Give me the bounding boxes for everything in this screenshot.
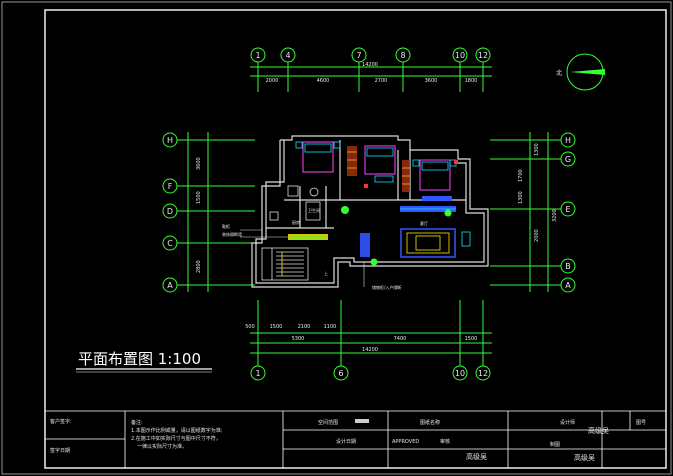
- dim-total-bottom: 14200: [362, 347, 378, 353]
- drawing-frame: [44, 9, 667, 469]
- grid-label-top: 10: [455, 51, 465, 60]
- grid-axis-bottom: [250, 300, 492, 381]
- grid-label-bottom: 6: [338, 369, 343, 378]
- bedroom-1-furniture: [295, 141, 357, 176]
- label-kitchen: 厨房: [292, 219, 300, 225]
- grid-label-top: 8: [400, 51, 405, 60]
- label-leader2: 装饰隔断墙: [222, 231, 242, 237]
- grid-label-left: C: [167, 239, 173, 248]
- grid-label-right: G: [565, 155, 571, 164]
- label-leader1: 鞋柜: [222, 223, 230, 229]
- north-label: 北: [556, 69, 562, 77]
- dim-right: 3200: [552, 209, 558, 222]
- title-block-names: 高级吴 高级吴 高级吴: [466, 426, 609, 462]
- tb-approved: APPROVED: [392, 439, 419, 445]
- dim-segment: 4600: [317, 78, 330, 84]
- tb-note2: 2.在施工中如实际尺寸与图中尺寸不符，: [131, 435, 221, 442]
- floor-plan-drawing: 1 4 7 8 10 12 14200 2000 4600 2700 3600 …: [1, 1, 672, 475]
- bedroom-2-furniture: [364, 145, 410, 192]
- grid-label-bottom: 1: [255, 369, 260, 378]
- tb-drawn-by: 高级吴: [574, 453, 595, 462]
- label-bath: 卫生间: [308, 207, 320, 213]
- tb-drawing-name: 图纸名称: [420, 419, 440, 426]
- staircase: [261, 247, 309, 281]
- tb-client: 客户签字:: [50, 418, 72, 425]
- dim-bottom: 2100: [298, 324, 311, 330]
- grid-label-left: H: [167, 136, 173, 145]
- grid-labels-right: H G E B A: [565, 136, 571, 290]
- tb-drawn: 制图: [550, 441, 560, 448]
- tb-stamp: 高级吴: [466, 452, 487, 461]
- dims-top: 14200 2000 4600 2700 3600 1800: [266, 62, 478, 84]
- dim-bottom: 1500: [465, 336, 478, 342]
- sheet-border: [1, 1, 672, 475]
- grid-axis-left: [162, 132, 255, 293]
- grid-label-right: H: [565, 136, 571, 145]
- dim-segment: 2000: [266, 78, 279, 84]
- tb-marker: [355, 419, 369, 423]
- drawing-title: 平面布置图 1:100: [78, 350, 201, 368]
- tb-date: 签字日期: [50, 447, 70, 454]
- dim-bottom: 5300: [292, 336, 305, 342]
- dim-right: 1300: [518, 191, 524, 204]
- bathroom-kitchen-fixtures: [269, 185, 328, 240]
- grid-labels-left: H F D C A: [167, 136, 173, 290]
- tb-audit: 审核: [440, 438, 450, 445]
- tb-designer: 设计师: [560, 419, 575, 426]
- grid-axis-right: [490, 132, 576, 293]
- dim-segment: 3600: [425, 78, 438, 84]
- dims-right: 1300 1700 1300 2000 3200: [518, 143, 558, 242]
- tb-project: 空间范围: [318, 419, 338, 426]
- dim-right: 1700: [518, 169, 524, 182]
- cad-drawing-canvas: 1 4 7 8 10 12 14200 2000 4600 2700 3600 …: [0, 0, 673, 476]
- dim-segment: 2700: [375, 78, 388, 84]
- label-note: 储物柜/入户隔断: [372, 284, 401, 290]
- dim-left: 1500: [196, 191, 202, 204]
- tb-company: 高级吴: [588, 426, 609, 435]
- grid-label-right: E: [565, 205, 570, 214]
- tb-note1: 1.本图示作比例或量，请以图纸数字为准;: [131, 427, 223, 434]
- dim-bottom: 1500: [270, 324, 283, 330]
- dim-bottom: 7400: [394, 336, 407, 342]
- grid-label-left: D: [167, 207, 173, 216]
- grid-label-bottom: 12: [478, 369, 488, 378]
- dim-left: 3600: [196, 157, 202, 170]
- tb-note3: 一律以实际尺寸为准。: [137, 443, 187, 450]
- dim-total-top: 14200: [362, 62, 378, 68]
- label-stair-up: 上: [324, 270, 328, 276]
- label-living: 客厅: [420, 220, 428, 226]
- living-room-furniture: [360, 206, 471, 258]
- dim-bottom: 1100: [324, 324, 337, 330]
- tb-page: 图号: [636, 420, 646, 426]
- grid-label-top: 7: [356, 51, 361, 60]
- grid-label-top: 4: [285, 51, 290, 60]
- north-arrow: 北: [556, 53, 605, 91]
- grid-label-left: F: [168, 182, 173, 191]
- grid-label-top: 1: [255, 51, 260, 60]
- dim-bottom: 500: [245, 324, 255, 330]
- tb-notes-label: 备注:: [131, 419, 143, 426]
- dim-right: 1300: [534, 143, 540, 156]
- grid-label-left: A: [167, 281, 173, 290]
- dim-left: 2800: [196, 260, 202, 273]
- dims-left: 3600 1500 2800: [196, 157, 202, 273]
- dim-right: 2000: [534, 229, 540, 242]
- grid-label-bottom: 10: [455, 369, 465, 378]
- grid-label-right: A: [565, 281, 571, 290]
- room-labels: 卫生间 厨房 上 客厅 储物柜/入户隔断 鞋柜 装饰隔断墙: [222, 207, 428, 290]
- grid-label-right: B: [565, 262, 571, 271]
- grid-label-top: 12: [478, 51, 488, 60]
- dim-segment: 1800: [465, 78, 478, 84]
- dims-bottom: 500 1500 2100 1100 5300 7400 1500 14200: [245, 324, 477, 353]
- tb-design: 设计日期: [336, 438, 356, 445]
- bedroom-3-furniture: [412, 159, 457, 201]
